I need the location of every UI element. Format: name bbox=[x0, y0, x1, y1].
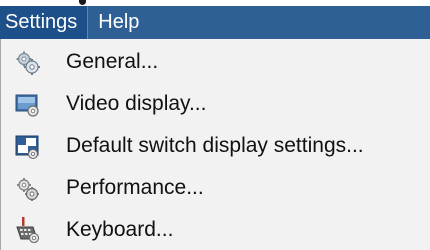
video-display-icon bbox=[15, 92, 39, 117]
switch-display-icon bbox=[15, 134, 39, 160]
app-window: Settings Help General... Video display..… bbox=[0, 0, 430, 250]
menu-settings[interactable]: Settings bbox=[0, 6, 89, 39]
cropped-glyph bbox=[79, 0, 86, 5]
menu-item-video-display[interactable]: Video display... bbox=[1, 83, 430, 125]
keyboard-icon bbox=[15, 217, 40, 244]
menu-item-performance[interactable]: Performance... bbox=[1, 167, 430, 209]
menu-item-label: Performance... bbox=[66, 176, 204, 199]
menu-item-label: General... bbox=[66, 50, 159, 73]
gears-icon bbox=[15, 50, 40, 75]
menu-bar: Settings Help bbox=[0, 6, 430, 39]
menu-item-default-switch-display[interactable]: Default switch display settings... bbox=[1, 125, 430, 167]
menu-item-label: Video display... bbox=[66, 92, 207, 115]
menu-help[interactable]: Help bbox=[88, 6, 149, 39]
menu-item-general[interactable]: General... bbox=[1, 41, 430, 83]
settings-dropdown: General... Video display... Default swit… bbox=[0, 39, 430, 250]
menu-item-label: Keyboard... bbox=[66, 218, 174, 241]
menu-item-keyboard[interactable]: Keyboard... bbox=[1, 209, 430, 250]
performance-icon bbox=[15, 176, 39, 201]
menu-item-label: Default switch display settings... bbox=[66, 134, 364, 157]
